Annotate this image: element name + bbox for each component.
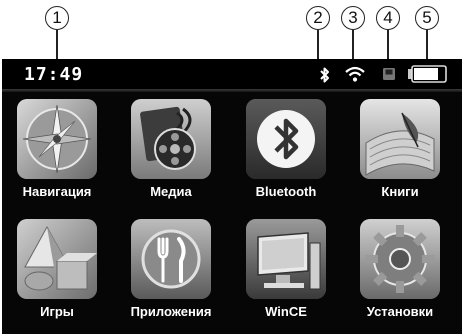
menu-item-label: Приложения xyxy=(130,304,212,319)
media-film-icon xyxy=(131,99,211,179)
gear-icon xyxy=(360,219,440,299)
callout-5: 5 xyxy=(415,6,439,30)
callout-1: 1 xyxy=(45,6,69,30)
menu-item-label: WinCE xyxy=(265,304,307,319)
monitor-icon xyxy=(246,219,326,299)
battery-icon xyxy=(408,65,447,83)
wifi-icon xyxy=(345,66,365,82)
main-menu-grid: Навигация Медиа Bluetooth Книги Игры При… xyxy=(2,97,462,334)
menu-item-label: Медиа xyxy=(150,184,192,199)
menu-item-label: Навигация xyxy=(22,184,92,199)
game-shapes-icon xyxy=(17,219,97,299)
callout-1-leader xyxy=(56,30,58,61)
menu-item-label: Установки xyxy=(366,304,434,319)
callout-3: 3 xyxy=(341,6,365,30)
menu-item-navigation[interactable]: Навигация xyxy=(5,97,115,213)
clock: 17:49 xyxy=(24,64,84,85)
device-screen: 17:49 Навигация Медиа Bluetooth Книги Иг… xyxy=(2,59,462,334)
menu-item-books[interactable]: Книги xyxy=(348,97,458,213)
bluetooth-icon xyxy=(246,99,326,179)
callout-2: 2 xyxy=(306,6,330,30)
menu-item-label: Bluetooth xyxy=(255,184,317,199)
compass-icon xyxy=(17,99,97,179)
callout-4: 4 xyxy=(376,6,400,30)
status-separator xyxy=(2,89,462,92)
menu-item-label: Игры xyxy=(40,304,74,319)
memory-card-icon xyxy=(383,68,395,80)
menu-item-wince[interactable]: WinCE xyxy=(234,217,344,333)
menu-item-applications[interactable]: Приложения xyxy=(119,217,229,333)
fork-knife-icon xyxy=(131,219,211,299)
menu-item-bluetooth[interactable]: Bluetooth xyxy=(234,97,344,213)
menu-item-settings[interactable]: Установки xyxy=(348,217,458,333)
book-feather-icon xyxy=(360,99,440,179)
status-bar: 17:49 xyxy=(2,59,462,89)
bluetooth-icon xyxy=(320,67,329,83)
menu-item-label: Книги xyxy=(381,184,419,199)
menu-item-games[interactable]: Игры xyxy=(5,217,115,333)
menu-item-media[interactable]: Медиа xyxy=(119,97,229,213)
